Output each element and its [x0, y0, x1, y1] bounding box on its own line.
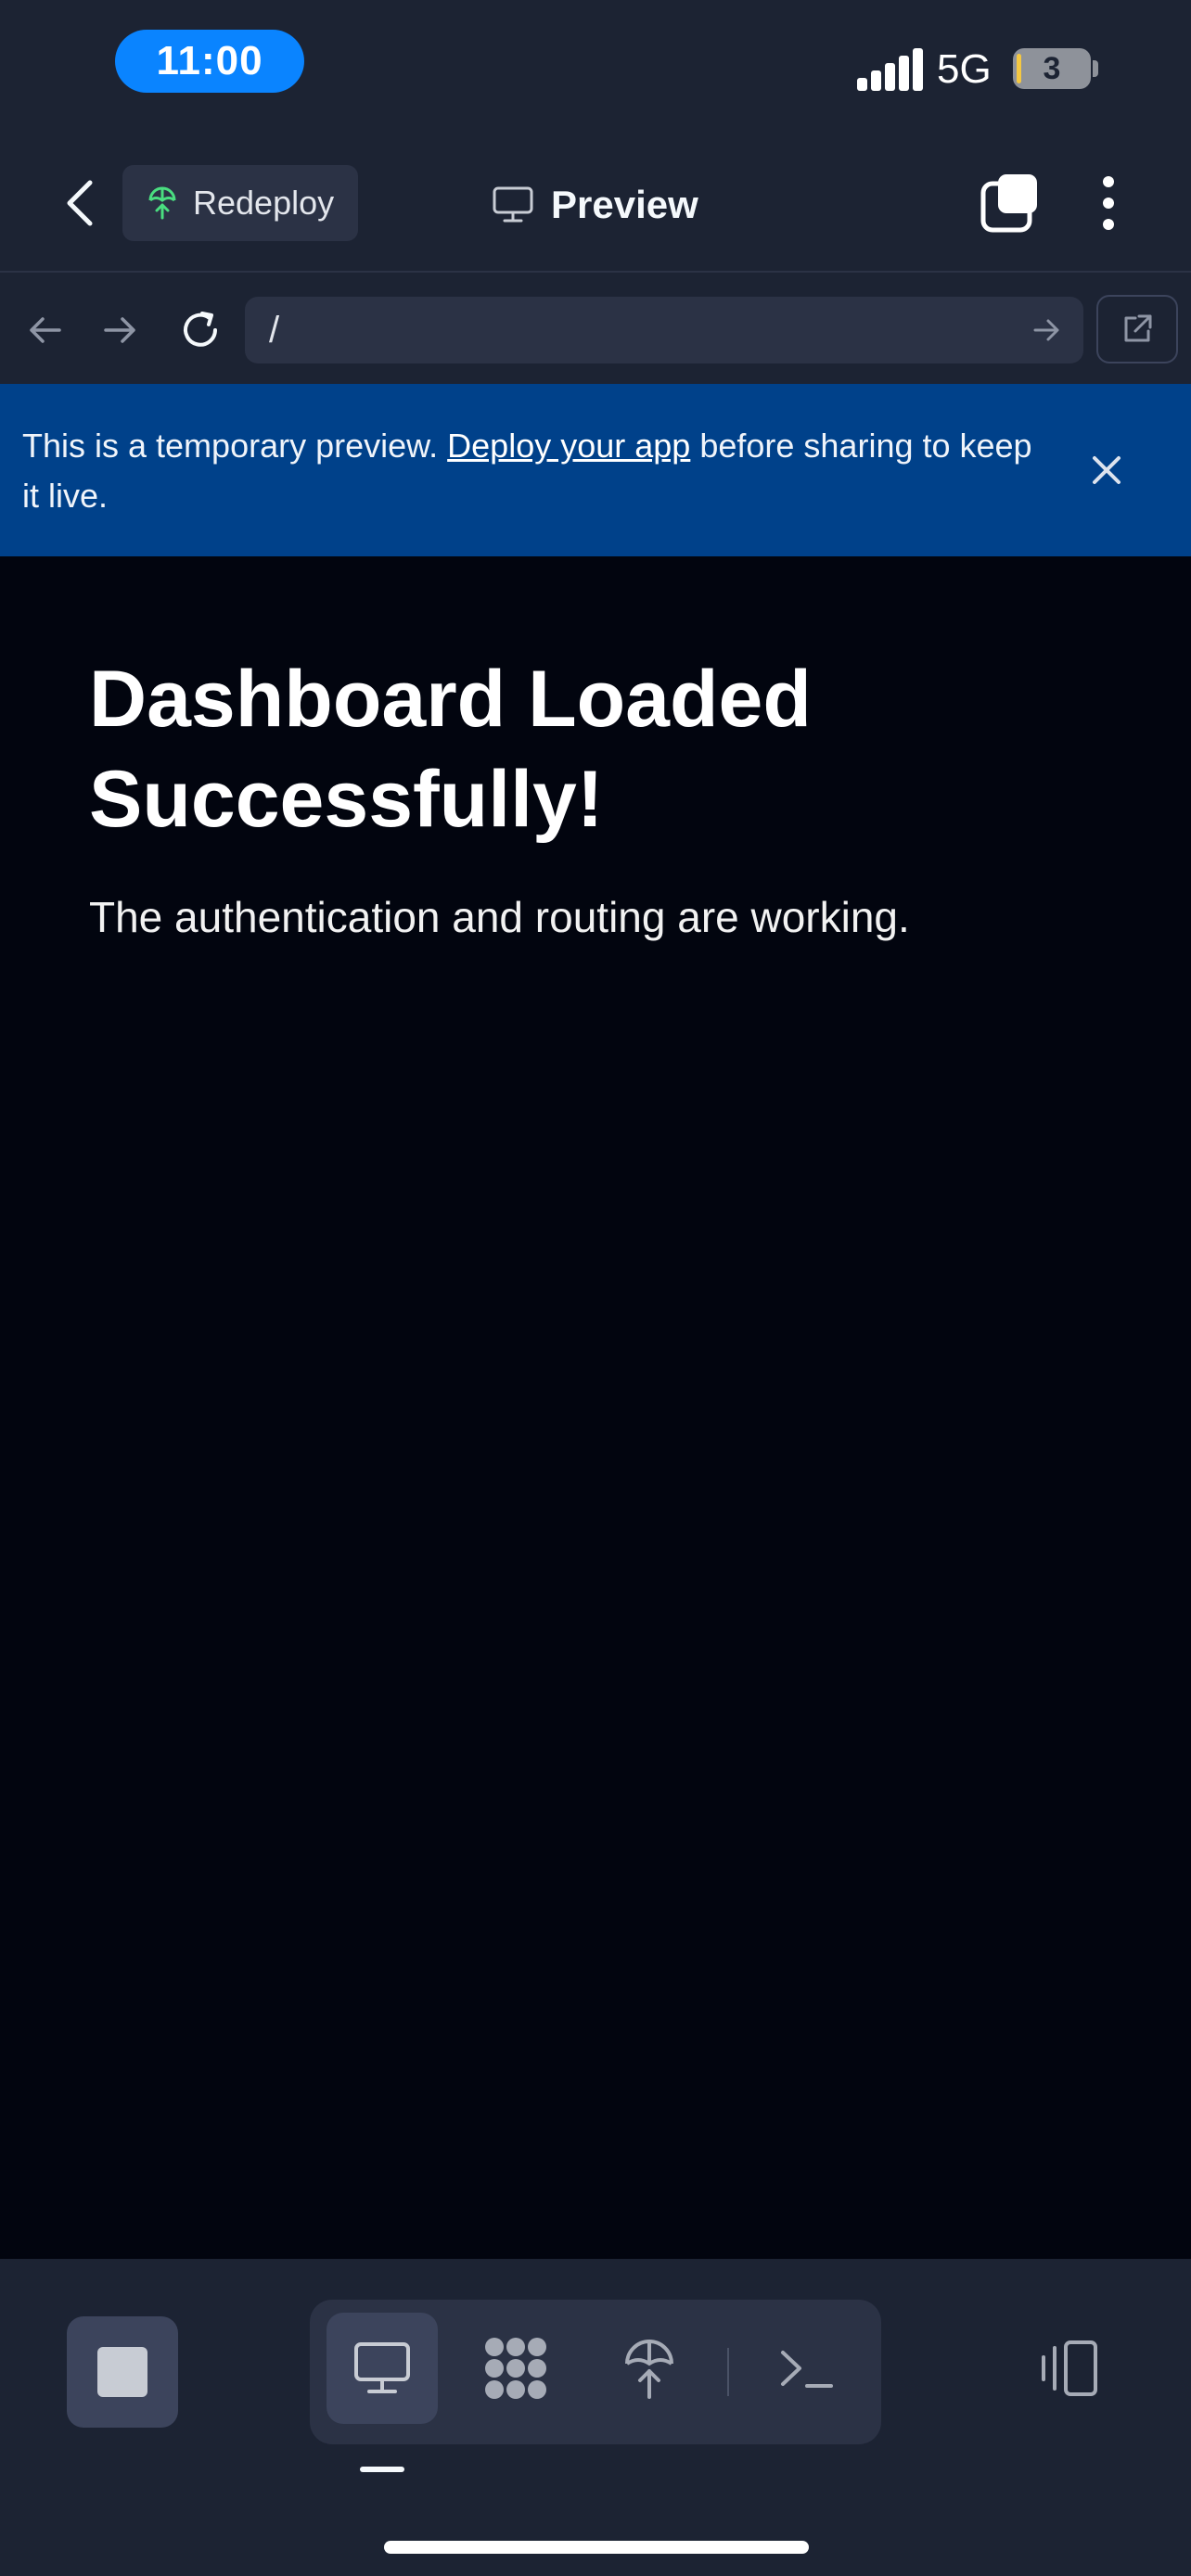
banner-message: This is a temporary preview. Deploy your… — [22, 421, 1043, 521]
status-time: 11:00 — [115, 30, 304, 93]
tool-preview[interactable] — [327, 2313, 438, 2424]
tool-shell[interactable] — [751, 2313, 863, 2424]
network-label: 5G — [937, 46, 992, 92]
preview-subtext: The authentication and routing are worki… — [89, 893, 910, 941]
deploy-app-link[interactable]: Deploy your app — [447, 427, 690, 465]
battery-level: 3 — [1043, 50, 1061, 86]
url-input[interactable]: / — [245, 297, 1083, 363]
arrow-right-icon[interactable] — [1028, 312, 1065, 349]
status-bar: 11:00 5G 3 — [0, 0, 1191, 130]
terminal-icon — [781, 2351, 833, 2388]
temporary-preview-banner: This is a temporary preview. Deploy your… — [0, 384, 1191, 556]
url-text: / — [269, 309, 280, 351]
external-link-icon — [1124, 314, 1152, 342]
monitor-icon — [493, 186, 533, 223]
deploy-icon — [148, 186, 176, 220]
redeploy-label: Redeploy — [193, 184, 335, 222]
page-title: Preview — [551, 183, 698, 226]
tabs-button[interactable] — [978, 171, 1043, 236]
tool-switcher — [310, 2300, 881, 2444]
stop-icon — [97, 2347, 147, 2397]
chevron-left-icon — [67, 180, 93, 226]
preview-frame: Dashboard Loaded Successfully! The authe… — [0, 556, 1191, 2259]
refresh-icon — [184, 312, 217, 347]
stop-button[interactable] — [67, 2316, 178, 2428]
open-external-button[interactable] — [1096, 295, 1178, 363]
app-header: Redeploy Preview — [0, 130, 1191, 273]
battery-icon: 3 — [1013, 48, 1091, 89]
tool-deploy[interactable] — [594, 2313, 705, 2424]
more-vertical-icon — [1103, 176, 1114, 230]
banner-text-before: This is a temporary preview. — [22, 427, 448, 465]
back-button[interactable] — [52, 171, 108, 236]
redeploy-button[interactable]: Redeploy — [122, 165, 358, 241]
reload-button[interactable] — [173, 302, 228, 358]
browser-forward-button[interactable] — [93, 302, 148, 358]
layout-toggle-button[interactable] — [1030, 2331, 1104, 2405]
preview-heading: Dashboard Loaded Successfully! — [89, 655, 812, 844]
monitor-icon — [354, 2342, 410, 2393]
app-screen: 11:00 5G 3 Redeploy Preview / This is a … — [0, 0, 1191, 2576]
tool-divider — [727, 2348, 729, 2396]
apps-grid-icon — [485, 2338, 546, 2399]
deploy-icon — [625, 2340, 673, 2399]
browser-toolbar: / — [0, 274, 1191, 384]
more-menu-button[interactable] — [1085, 171, 1132, 236]
signal-icon — [857, 48, 923, 91]
bottom-toolbar — [0, 2259, 1191, 2576]
arrow-left-icon — [30, 317, 61, 343]
tool-apps[interactable] — [460, 2313, 571, 2424]
split-view-icon — [1042, 2340, 1097, 2396]
battery-nub — [1093, 60, 1098, 77]
page-title-group: Preview — [492, 172, 698, 237]
active-tool-indicator — [360, 2467, 404, 2472]
browser-back-button[interactable] — [17, 302, 72, 358]
tabs-icon — [980, 174, 1037, 233]
arrow-right-icon — [104, 317, 135, 343]
close-icon[interactable] — [1083, 447, 1130, 493]
home-indicator — [384, 2541, 809, 2554]
